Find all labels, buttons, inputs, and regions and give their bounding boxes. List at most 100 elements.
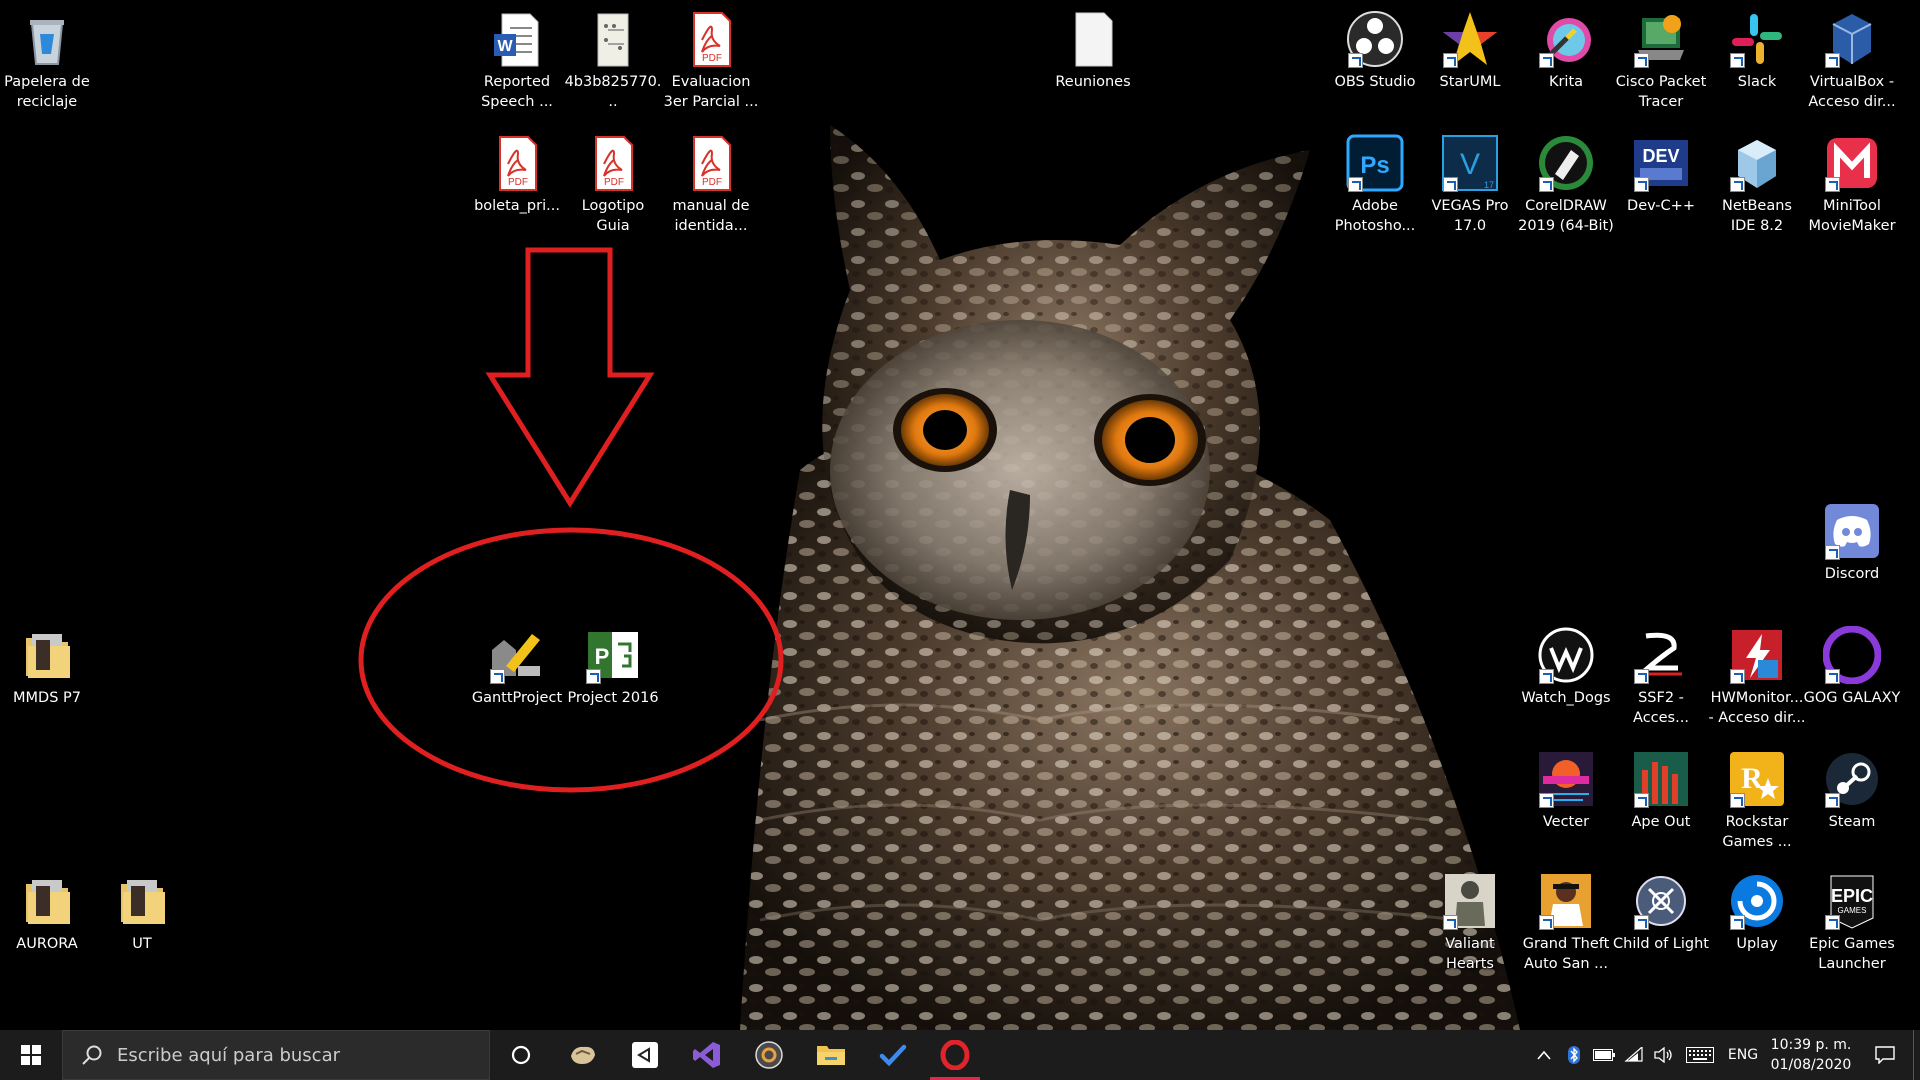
shortcut-arrow-icon [1634, 915, 1649, 930]
folder-icon [817, 1046, 845, 1065]
desktop-icon-valiant-hearts[interactable]: Valiant Hearts [1422, 866, 1518, 974]
app-hand-icon [571, 1046, 595, 1064]
desktop-icon-hwmonitor[interactable]: HWMonitor... - Acceso dir... [1708, 620, 1806, 728]
desktop-icon-label: StarUML [1439, 74, 1501, 90]
obs-icon [1346, 10, 1404, 68]
keyboard-button[interactable] [1679, 1030, 1721, 1080]
show-hidden-icons-button[interactable] [1529, 1030, 1559, 1080]
photoshop-icon: Ps [1346, 134, 1404, 192]
desktop-icon-folder[interactable]: AURORA [0, 866, 95, 954]
taskbar-app-1[interactable] [552, 1030, 614, 1080]
desktop-icon-blank-file[interactable]: Reuniones [1045, 4, 1141, 92]
vegas-icon: V 17 [1441, 134, 1499, 192]
volume-button[interactable] [1649, 1030, 1679, 1080]
cisco-packet-tracer-icon [1632, 10, 1690, 68]
shortcut-arrow-icon [1730, 915, 1745, 930]
desktop-icon-gog[interactable]: GOG GALAXY [1804, 620, 1900, 708]
desktop-icon-folder[interactable]: MMDS P7 [0, 620, 95, 708]
desktop-icon-cisco-packet-tracer[interactable]: Cisco Packet Tracer [1613, 4, 1709, 112]
desktop-icon-devcpp[interactable]: DEV Dev-C++ [1613, 128, 1709, 216]
language-indicator[interactable]: ENG [1721, 1047, 1765, 1063]
cortana-icon [511, 1045, 531, 1065]
desktop-icon-ms-project[interactable]: P Project 2016 [565, 620, 661, 708]
desktop-icon-minitool[interactable]: MiniTool MovieMaker [1804, 128, 1900, 236]
gta-sa-icon [1537, 872, 1595, 930]
desktop-icon-watch-dogs[interactable]: Watch_Dogs [1518, 620, 1614, 708]
desktop-icon-word-doc[interactable]: W Reported Speech ... [469, 4, 565, 112]
search-input[interactable]: Escribe aquí para buscar [62, 1030, 490, 1080]
desktop-icon-recycle-bin[interactable]: Papelera de reciclaje [0, 4, 95, 112]
visual-studio-icon [693, 1042, 720, 1068]
desktop-icon-gta-sa[interactable]: Grand Theft Auto San ... [1518, 866, 1614, 974]
desktop-icon-coreldraw[interactable]: CorelDRAW 2019 (64-Bit) [1518, 128, 1614, 236]
epic-games-icon: EPIC GAMES [1823, 872, 1881, 930]
windows-icon [21, 1045, 41, 1065]
desktop-icon-slack[interactable]: Slack [1709, 4, 1805, 92]
desktop-icon-label: Steam [1828, 814, 1876, 830]
shortcut-arrow-icon [1443, 915, 1458, 930]
desktop-icon-epic-games[interactable]: EPIC GAMES Epic Games Launcher [1804, 866, 1900, 974]
folder-icon [18, 626, 76, 684]
desktop-icon-label: Krita [1548, 74, 1584, 90]
desktop-icon-uplay[interactable]: Uplay [1709, 866, 1805, 954]
pdf-file-icon: PDF [682, 134, 740, 192]
desktop-icon-ssf2[interactable]: SSF2 - Acces... [1613, 620, 1709, 728]
desktop-icon-child-of-light[interactable]: Child of Light [1613, 866, 1709, 954]
desktop-icon-rockstar[interactable]: R Rockstar Games ... [1709, 744, 1805, 852]
svg-text:GAMES: GAMES [1838, 906, 1867, 915]
start-button[interactable] [0, 1030, 62, 1080]
desktop-icon-ape-out[interactable]: Ape Out [1613, 744, 1709, 832]
shortcut-arrow-icon [1730, 669, 1745, 684]
desktop-icon-steam[interactable]: Steam [1804, 744, 1900, 832]
obs-taskbar-icon [755, 1041, 783, 1069]
image-file-icon [584, 10, 642, 68]
ganttproject-icon [488, 626, 546, 684]
svg-text:PDF: PDF [702, 53, 722, 64]
desktop-icon-label: GOG GALAXY [1803, 690, 1901, 706]
minitool-icon [1823, 134, 1881, 192]
battery-button[interactable] [1589, 1030, 1619, 1080]
shortcut-arrow-icon [1634, 177, 1649, 192]
desktop-icon-label: Papelera de reciclaje [4, 74, 90, 110]
notifications-button[interactable] [1857, 1030, 1913, 1080]
bluetooth-button[interactable] [1559, 1030, 1589, 1080]
shortcut-arrow-icon [1825, 177, 1840, 192]
gog-icon [1823, 626, 1881, 684]
desktop-icon-obs[interactable]: OBS Studio [1327, 4, 1423, 92]
desktop-icon-label: SSF2 - Acces... [1633, 690, 1689, 726]
taskbar-opera[interactable] [924, 1030, 986, 1080]
desktop-icon-staruml[interactable]: StarUML [1422, 4, 1518, 92]
desktop-icon-pdf-file[interactable]: PDF boleta_pri... [469, 128, 565, 216]
taskbar-visual-studio[interactable] [676, 1030, 738, 1080]
clock[interactable]: 10:39 p. m. 01/08/2020 [1765, 1035, 1857, 1075]
taskbar-obs[interactable] [738, 1030, 800, 1080]
shortcut-arrow-icon [1634, 793, 1649, 808]
taskbar-file-explorer[interactable] [800, 1030, 862, 1080]
desktop-icon-vegas[interactable]: V 17 VEGAS Pro 17.0 [1422, 128, 1518, 236]
desktop-icon-pdf-file[interactable]: PDF manual de identida... [663, 128, 759, 236]
ape-out-icon [1632, 750, 1690, 808]
desktop-icon-virtualbox[interactable]: VirtualBox - Acceso dir... [1804, 4, 1900, 112]
desktop-icon-netbeans[interactable]: NetBeans IDE 8.2 [1709, 128, 1805, 236]
desktop-icon-photoshop[interactable]: Ps Adobe Photosho... [1327, 128, 1423, 236]
show-desktop-button[interactable] [1913, 1030, 1920, 1080]
desktop-icon-pdf-file[interactable]: PDF Evaluacion 3er Parcial ... [663, 4, 759, 112]
desktop-icon-krita[interactable]: Krita [1518, 4, 1614, 92]
taskbar-todo[interactable] [862, 1030, 924, 1080]
desktop-icon-vecter[interactable]: Vecter [1518, 744, 1614, 832]
cortana-button[interactable] [490, 1030, 552, 1080]
slack-icon [1728, 10, 1786, 68]
desktop-icon-folder[interactable]: UT [94, 866, 190, 954]
desktop-icon-discord[interactable]: Discord [1804, 496, 1900, 584]
desktop-icon-image-file[interactable]: 4b3b825770... [565, 4, 661, 112]
shortcut-arrow-icon [1539, 793, 1554, 808]
watch-dogs-icon [1537, 626, 1595, 684]
folder-icon [18, 872, 76, 930]
shortcut-arrow-icon [1443, 53, 1458, 68]
taskbar-unity[interactable] [614, 1030, 676, 1080]
network-button[interactable] [1619, 1030, 1649, 1080]
shortcut-arrow-icon [1825, 53, 1840, 68]
desktop-icon-ganttproject[interactable]: GanttProject [469, 620, 565, 708]
desktop-icon-pdf-file[interactable]: PDF Logotipo Guia [565, 128, 661, 236]
krita-icon [1537, 10, 1595, 68]
